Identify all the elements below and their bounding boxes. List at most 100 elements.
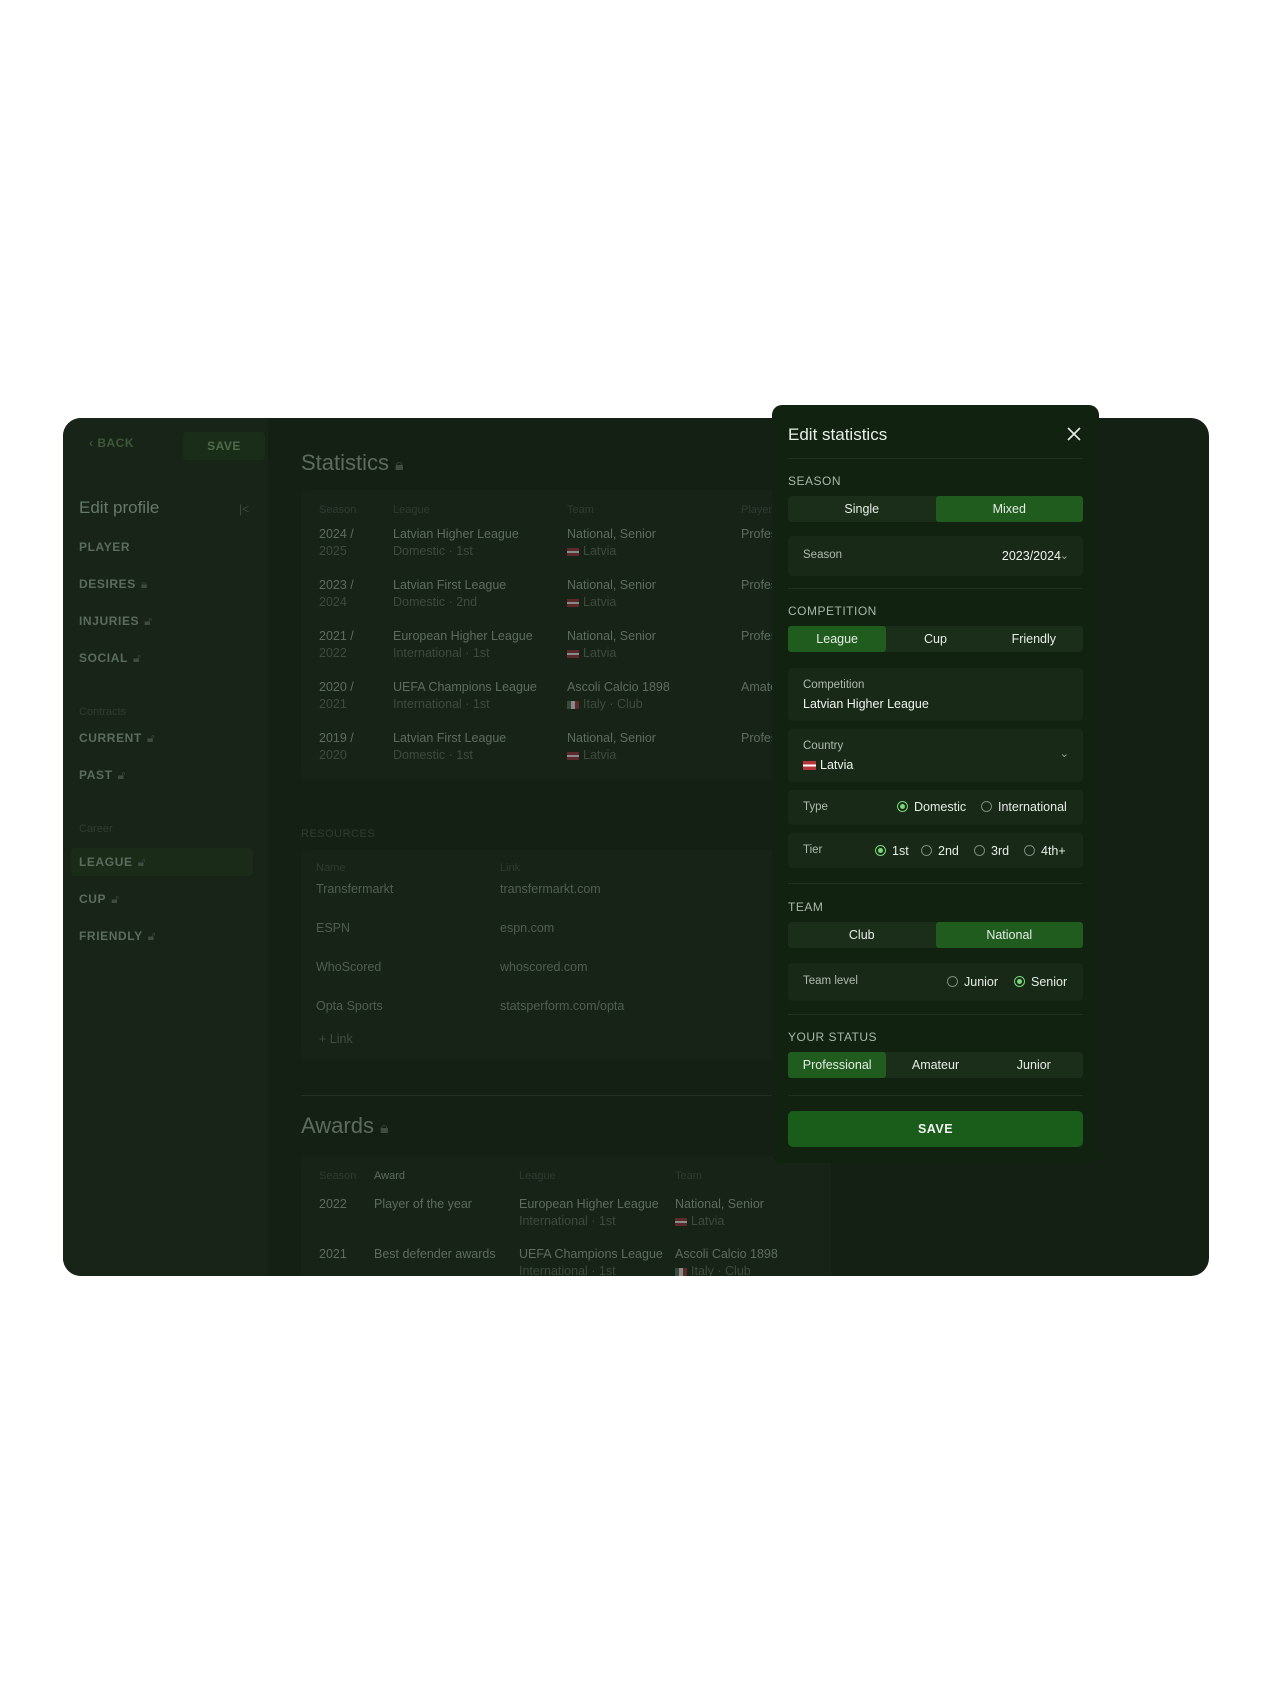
resource-link[interactable]: whoscored.com — [500, 960, 588, 974]
cell-subtext: 2022 — [319, 645, 354, 662]
cell-league: Latvian Higher League Domestic · 1st — [393, 526, 519, 560]
type-international-radio[interactable]: International — [981, 800, 1067, 814]
table-row[interactable]: 2019 / 2020 Latvian First League Domestic ·… — [301, 730, 831, 780]
resource-link[interactable]: transfermarkt.com — [500, 882, 601, 896]
type-domestic-radio[interactable]: Domestic — [897, 800, 966, 814]
team-club-tab[interactable]: Club — [788, 922, 936, 948]
tier-field: Tier 1st 2nd 3rd 4th+ — [788, 833, 1083, 868]
tier-4th-radio[interactable]: 4th+ — [1024, 844, 1066, 858]
sidebar-item-label: CURRENT — [79, 731, 142, 745]
save-button[interactable]: SAVE — [788, 1111, 1083, 1147]
team-level-field: Team level Junior Senior — [788, 963, 1083, 1001]
team-level-senior-radio[interactable]: Senior — [1014, 975, 1067, 989]
team-national-tab[interactable]: National — [935, 922, 1083, 948]
sidebar-item-current[interactable]: CURRENT 🔓︎ — [79, 731, 155, 746]
sidebar-item-league[interactable]: LEAGUE 🔓︎ — [79, 855, 146, 870]
status-professional-tab[interactable]: Professional — [788, 1052, 887, 1078]
cell-subtext: 2020 — [319, 747, 354, 764]
sidebar-item-label: DESIRES — [79, 577, 136, 591]
tier-2nd-radio[interactable]: 2nd — [921, 844, 959, 858]
sidebar-item-social[interactable]: SOCIAL 🔓︎ — [79, 651, 141, 666]
type-label: Type — [803, 801, 828, 813]
cell-text: Latvian First League — [393, 731, 507, 745]
table-row[interactable]: 2022 Player of the year European Higher Le… — [301, 1196, 831, 1246]
cell-subtext: International · 1st — [393, 696, 537, 713]
table-row[interactable]: Opta Sports statsperform.com/opta — [301, 995, 831, 1025]
unlock-icon: 🔓︎ — [132, 651, 142, 665]
cell-subtext-label: Domestic · 2nd — [393, 595, 478, 609]
sidebar-item-friendly[interactable]: FRIENDLY 🔓︎ — [79, 929, 156, 944]
table-row[interactable]: 2023 / 2024 Latvian First League Domestic ·… — [301, 577, 831, 627]
unlock-icon: 🔓︎ — [147, 929, 157, 943]
col-season: Season — [319, 504, 357, 516]
cell-subtext: Domestic · 1st — [393, 747, 506, 764]
sidebar-item-player[interactable]: PLAYER — [79, 540, 130, 554]
tier-1st-radio[interactable]: 1st — [875, 844, 909, 858]
cell-subtext-label: 2021 — [319, 697, 347, 711]
radio-label: Junior — [964, 975, 999, 989]
col-award: Award — [374, 1170, 405, 1182]
season-single-tab[interactable]: Single — [788, 496, 936, 522]
col-team: Team — [675, 1170, 702, 1182]
cell-subtext-label: Domestic · 1st — [393, 544, 473, 558]
cell-subtext: Italy · Club — [567, 696, 670, 713]
country-select[interactable]: Country Latvia ⌄ — [788, 729, 1083, 782]
flag-icon — [675, 1267, 687, 1276]
table-row[interactable]: 2021 / 2022 European Higher League Internat… — [301, 628, 831, 678]
close-icon[interactable] — [1063, 423, 1085, 445]
award-season: 2022 — [319, 1196, 347, 1213]
cell-season: 2021 / 2022 — [319, 628, 354, 662]
resource-name: Opta Sports — [316, 999, 383, 1013]
radio-icon — [974, 845, 985, 856]
season-mixed-tab[interactable]: Mixed — [935, 496, 1083, 522]
cell-team: National, Senior Latvia — [567, 577, 656, 611]
competition-friendly-tab[interactable]: Friendly — [985, 626, 1083, 652]
tier-3rd-radio[interactable]: 3rd — [974, 844, 1009, 858]
divider — [788, 1014, 1083, 1015]
cell-text: Ascoli Calcio 1898 — [567, 680, 670, 694]
table-row[interactable]: WhoScored whoscored.com — [301, 956, 831, 986]
sidebar-item-desires[interactable]: DESIRES 🔒︎ — [79, 577, 148, 592]
cell-subtext: Italy · Club — [675, 1263, 778, 1276]
competition-league-tab[interactable]: League — [788, 626, 887, 652]
col-league: League — [393, 504, 430, 516]
season-section-label: SEASON — [788, 474, 842, 488]
resource-link[interactable]: espn.com — [500, 921, 554, 935]
cell-subtext-label: 2022 — [319, 646, 347, 660]
cell-subtext-label: 2025 — [319, 544, 347, 558]
collapse-icon[interactable]: |< — [239, 502, 249, 516]
team-level-junior-radio[interactable]: Junior — [947, 975, 998, 989]
tier-label: Tier — [803, 844, 823, 856]
award-name: Best defender awards — [374, 1246, 496, 1263]
cell-subtext-label: Latvia — [691, 1214, 725, 1228]
table-row[interactable]: 2024 / 2025 Latvian Higher League Domestic … — [301, 526, 831, 576]
competition-cup-tab[interactable]: Cup — [886, 626, 984, 652]
sidebar-item-injuries[interactable]: INJURIES 🔓︎ — [79, 614, 153, 629]
status-amateur-tab[interactable]: Amateur — [886, 1052, 984, 1078]
sidebar-item-cup[interactable]: CUP 🔓︎ — [79, 892, 120, 907]
table-row[interactable]: ESPN espn.com — [301, 917, 831, 947]
cell-text: 2021 / — [319, 629, 354, 643]
lock-icon: 🔒︎ — [379, 1120, 389, 1137]
cell-subtext: International · 1st — [393, 645, 533, 662]
award-season: 2021 — [319, 1246, 347, 1263]
cell-season: 2024 / 2025 — [319, 526, 354, 560]
unlock-icon: 🔓︎ — [117, 768, 126, 782]
competition-field[interactable]: Competition Latvian Higher League — [788, 668, 1083, 721]
radio-icon — [947, 976, 958, 987]
status-junior-tab[interactable]: Junior — [985, 1052, 1083, 1078]
add-link-button[interactable]: + Link — [319, 1032, 353, 1046]
sidebar-item-past[interactable]: PAST 🔓︎ — [79, 768, 126, 783]
cell-text: 2020 / — [319, 680, 354, 694]
table-row[interactable]: 2021 Best defender awards UEFA Champions L… — [301, 1246, 831, 1276]
cell-text: European Higher League — [519, 1197, 659, 1211]
resource-link[interactable]: statsperform.com/opta — [500, 999, 624, 1013]
back-button[interactable]: ‹ BACK — [89, 436, 134, 450]
divider — [301, 1095, 831, 1096]
table-row[interactable]: Transfermarkt transfermarkt.com — [301, 878, 831, 908]
cell-text: Player of the year — [374, 1197, 472, 1211]
save-top-button[interactable]: SAVE — [183, 432, 265, 460]
table-row[interactable]: 2020 / 2021 UEFA Champions League Internati… — [301, 679, 831, 729]
season-select[interactable]: Season 2023/2024 ⌄ — [788, 536, 1083, 576]
sidebar-item-label: SOCIAL — [79, 651, 128, 665]
